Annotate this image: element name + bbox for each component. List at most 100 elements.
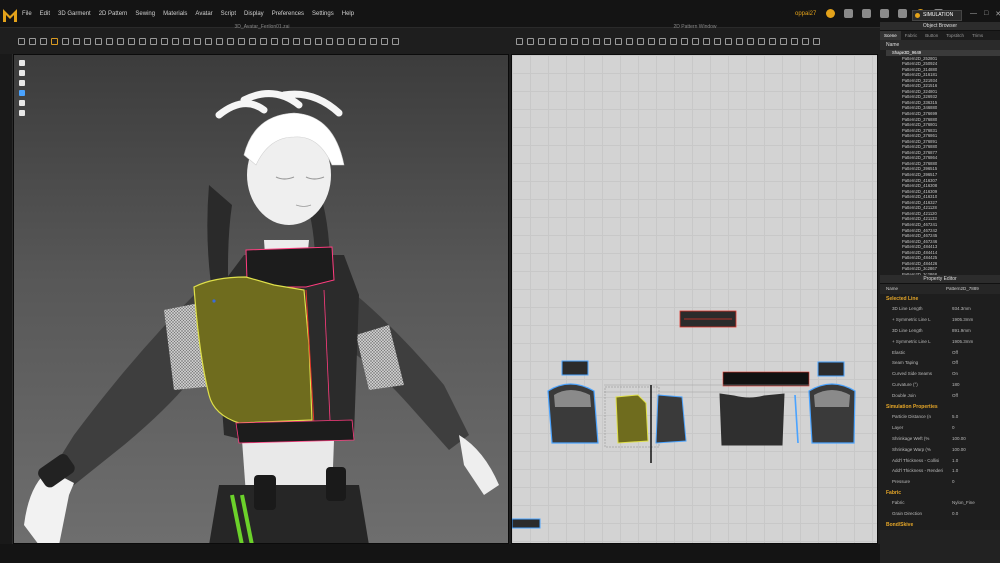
menu-preferences[interactable]: Preferences bbox=[272, 11, 304, 17]
layer-tool-icon[interactable] bbox=[348, 37, 355, 45]
free-sewing-icon[interactable] bbox=[648, 37, 655, 45]
undo-tool-icon[interactable] bbox=[381, 37, 388, 45]
redo-tool-icon[interactable] bbox=[392, 37, 399, 45]
property-value[interactable]: 0 bbox=[952, 423, 955, 434]
viewport-3d[interactable] bbox=[13, 54, 509, 544]
brush-tool-icon[interactable] bbox=[106, 37, 113, 45]
edit-curve-icon[interactable] bbox=[538, 37, 545, 45]
property-value[interactable]: Off bbox=[952, 358, 958, 369]
puckering-tool-icon[interactable] bbox=[150, 37, 157, 45]
polygon-icon[interactable] bbox=[549, 37, 556, 45]
lock-2d-icon[interactable] bbox=[813, 37, 820, 45]
menu-3d-garment[interactable]: 3D Garment bbox=[58, 11, 91, 17]
selected-line-header[interactable]: Selected Line bbox=[880, 294, 1000, 304]
zoom-2d-icon[interactable] bbox=[769, 37, 776, 45]
line-tool-icon[interactable] bbox=[315, 37, 322, 45]
print-layout-icon[interactable] bbox=[758, 37, 765, 45]
tab-scene[interactable]: Scene bbox=[880, 31, 901, 40]
arrangement-tool-icon[interactable] bbox=[205, 37, 212, 45]
maximize-icon[interactable]: □ bbox=[984, 10, 988, 18]
texture-2d-icon[interactable] bbox=[714, 37, 721, 45]
tab-trims[interactable]: Trims bbox=[968, 31, 987, 40]
menu-script[interactable]: Script bbox=[221, 11, 236, 17]
transform-pattern-icon[interactable] bbox=[516, 37, 523, 45]
ruler-tool-icon[interactable] bbox=[260, 37, 267, 45]
edit-pattern-icon[interactable] bbox=[527, 37, 534, 45]
elastic-tool-icon[interactable] bbox=[249, 37, 256, 45]
selected-front-panel[interactable] bbox=[193, 276, 313, 424]
internal-rectangle-icon[interactable] bbox=[593, 37, 600, 45]
menu-2d-pattern[interactable]: 2D Pattern bbox=[99, 11, 128, 17]
grid-icon[interactable] bbox=[791, 37, 798, 45]
property-value[interactable]: Off bbox=[952, 391, 958, 402]
lock-tool-icon[interactable] bbox=[326, 37, 333, 45]
seam-allowance-icon[interactable] bbox=[692, 37, 699, 45]
minimize-icon[interactable]: — bbox=[970, 10, 977, 18]
move-tool-icon[interactable] bbox=[29, 37, 36, 45]
rectangle-icon[interactable] bbox=[560, 37, 567, 45]
property-value[interactable]: 1.0 bbox=[952, 456, 958, 467]
fabric-header[interactable]: Fabric bbox=[880, 488, 1000, 498]
menu-display[interactable]: Display bbox=[244, 11, 264, 17]
simulation-properties-header[interactable]: Simulation Properties bbox=[880, 402, 1000, 412]
internal-polygon-icon[interactable] bbox=[582, 37, 589, 45]
zipper-tool-icon[interactable] bbox=[128, 37, 135, 45]
grading-icon[interactable] bbox=[703, 37, 710, 45]
property-value[interactable]: 100.00 bbox=[952, 445, 966, 456]
fold-arrange-icon[interactable] bbox=[670, 37, 677, 45]
tab-topstitch[interactable]: Topstitch bbox=[942, 31, 968, 40]
pattern-back[interactable] bbox=[719, 393, 785, 446]
property-value[interactable]: 1905.3mm bbox=[952, 337, 973, 348]
property-value[interactable]: Off bbox=[952, 348, 958, 359]
menu-avatar[interactable]: Avatar bbox=[195, 11, 212, 17]
pattern-waistband[interactable] bbox=[722, 371, 810, 387]
avatar-tool-icon[interactable] bbox=[183, 37, 190, 45]
help-icon[interactable] bbox=[898, 9, 907, 18]
measurement-tool-icon[interactable] bbox=[194, 37, 201, 45]
shirring-tool-icon[interactable] bbox=[238, 37, 245, 45]
camera-tool-icon[interactable] bbox=[271, 37, 278, 45]
annotation-icon[interactable] bbox=[725, 37, 732, 45]
button-tool-icon[interactable] bbox=[117, 37, 124, 45]
transform-tool-icon[interactable] bbox=[40, 37, 47, 45]
bond-skive-header[interactable]: Bond/Skive bbox=[880, 520, 1000, 530]
pattern-cuff-left[interactable] bbox=[561, 360, 589, 376]
user-name[interactable]: oppai27 bbox=[795, 11, 816, 17]
check-sewing-icon[interactable] bbox=[659, 37, 666, 45]
property-value[interactable]: 100.00 bbox=[952, 434, 966, 445]
menu-file[interactable]: File bbox=[22, 11, 32, 17]
sewing-2d-icon[interactable] bbox=[736, 37, 743, 45]
property-value[interactable]: 1905.3mm bbox=[952, 315, 973, 326]
circle-icon[interactable] bbox=[571, 37, 578, 45]
segment-sewing-icon[interactable] bbox=[637, 37, 644, 45]
reset-tool-icon[interactable] bbox=[370, 37, 377, 45]
simulate-tool-icon[interactable] bbox=[51, 37, 58, 45]
menu-edit[interactable]: Edit bbox=[40, 11, 50, 17]
ruler-2d-icon[interactable] bbox=[802, 37, 809, 45]
fabric-tool-icon[interactable] bbox=[304, 37, 311, 45]
freeze-tool-icon[interactable] bbox=[359, 37, 366, 45]
topstitch-2d-icon[interactable] bbox=[747, 37, 754, 45]
trace-icon[interactable] bbox=[626, 37, 633, 45]
tab-button[interactable]: Button bbox=[921, 31, 942, 40]
strap-tool-icon[interactable] bbox=[227, 37, 234, 45]
menu-help[interactable]: Help bbox=[342, 11, 354, 17]
render-tool-icon[interactable] bbox=[282, 37, 289, 45]
fold-tool-icon[interactable] bbox=[62, 37, 69, 45]
close-icon[interactable]: ✕ bbox=[995, 10, 1000, 18]
select-tool-icon[interactable] bbox=[18, 37, 25, 45]
property-value[interactable]: Nylon_Fine bbox=[952, 498, 975, 509]
notch-icon[interactable] bbox=[681, 37, 688, 45]
property-value[interactable]: 891.9mm bbox=[952, 326, 971, 337]
measure-tool-icon[interactable] bbox=[95, 37, 102, 45]
pattern-side-strip[interactable] bbox=[794, 394, 799, 444]
menu-materials[interactable]: Materials bbox=[163, 11, 187, 17]
viewport-2d[interactable] bbox=[511, 54, 878, 544]
property-value[interactable]: On bbox=[952, 369, 958, 380]
menu-settings[interactable]: Settings bbox=[312, 11, 334, 17]
camera-icon[interactable] bbox=[862, 9, 871, 18]
property-name-value[interactable]: Pattern2D_7889 bbox=[946, 284, 979, 294]
volume-icon[interactable] bbox=[844, 9, 853, 18]
property-value[interactable]: 180 bbox=[952, 380, 960, 391]
pattern-front-right[interactable] bbox=[655, 394, 687, 444]
